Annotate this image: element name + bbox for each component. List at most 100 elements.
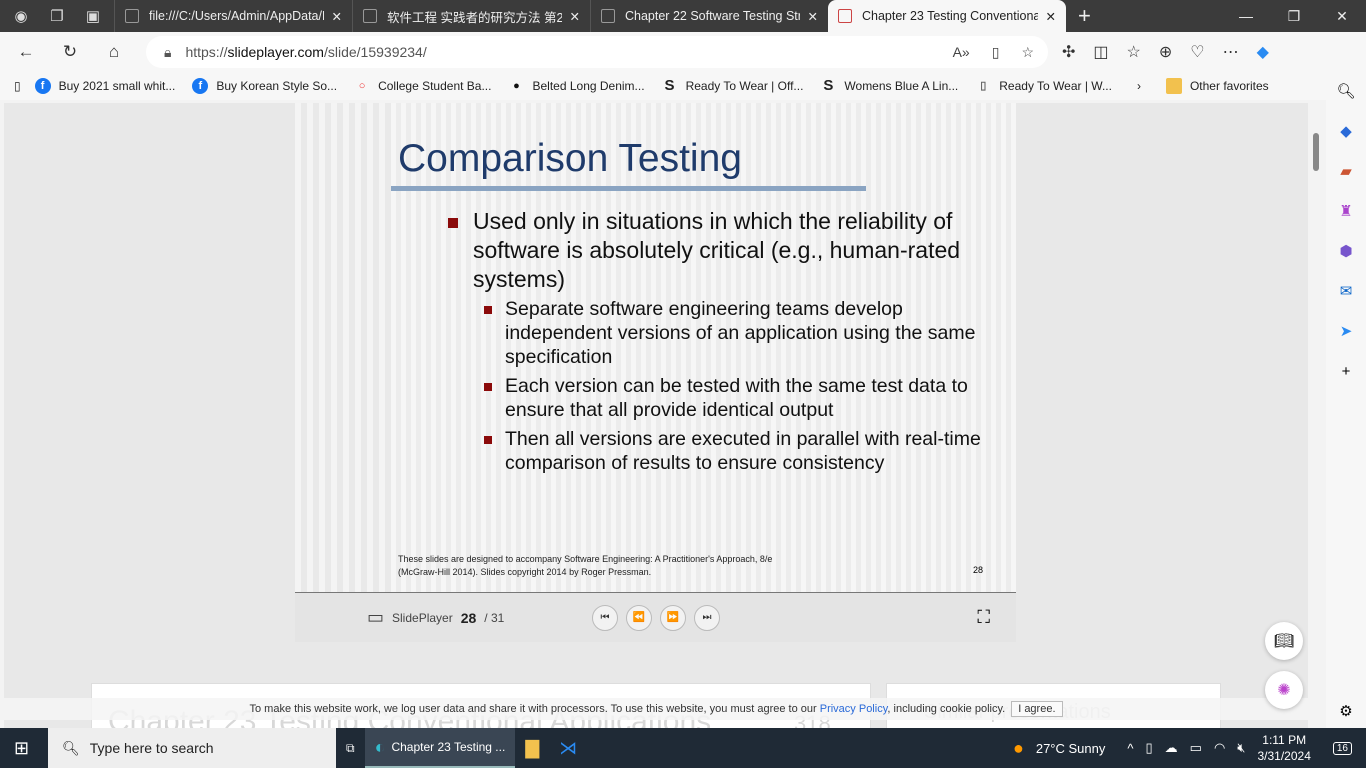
tray-chevron-icon[interactable]: ^: [1127, 741, 1133, 756]
slide: Comparison Testing Used only in situatio…: [295, 103, 1016, 592]
volume-muted-icon[interactable]: 🔇︎: [1237, 740, 1245, 756]
more-icon[interactable]: ⋯: [1223, 42, 1239, 62]
onedrive-icon[interactable]: ☁: [1165, 740, 1178, 756]
fullscreen-icon[interactable]: ⛶: [977, 607, 990, 628]
workspaces-icon[interactable]: ❐: [42, 1, 72, 31]
player-controls: ▭ SlidePlayer 28/ 31 ⏮ ⏪ ⏩ ⏭ ⛶: [295, 592, 1016, 642]
settings-icon[interactable]: ⚙: [1339, 692, 1352, 732]
tab-file[interactable]: file:///C:/Users/Admin/AppData/Local✕: [114, 0, 352, 32]
s-icon: S: [823, 77, 834, 94]
scrollbar[interactable]: [1308, 103, 1326, 719]
other-favorites[interactable]: Other favorites: [1165, 78, 1269, 94]
edge-icon: ◐: [374, 736, 386, 757]
bookmarks-bar: ▯ f Buy 2021 small whit... f Buy Korean St…: [0, 72, 1326, 100]
add-icon[interactable]: +: [1342, 352, 1351, 392]
bookmark-item[interactable]: ▯ Ready To Wear | W...: [975, 78, 1112, 94]
bookmark-item[interactable]: S Ready To Wear | Off...: [662, 78, 804, 94]
s-icon: S: [664, 77, 675, 94]
tab-software-engineering[interactable]: 软件工程 实践者的研究方法 第21版✕: [352, 0, 590, 32]
bookmark-item[interactable]: S Womens Blue A Lin...: [820, 78, 958, 94]
favorites-icon[interactable]: ☆: [1127, 42, 1141, 62]
weather-icon[interactable]: ●: [1013, 738, 1024, 759]
file-explorer-icon[interactable]: ▇: [515, 728, 549, 768]
tab-chapter-22[interactable]: Chapter 22 Software Testing Strategies✕: [590, 0, 828, 32]
immersive-reader-icon[interactable]: ▯: [992, 44, 1000, 61]
more-bookmarks-chevron-icon[interactable]: ›: [1137, 79, 1141, 93]
search-icon[interactable]: 🔍︎: [1336, 72, 1355, 112]
copilot-icon[interactable]: ◆: [1257, 42, 1269, 62]
close-icon[interactable]: ✕: [1046, 9, 1056, 24]
slide-title: Comparison Testing: [398, 137, 742, 180]
collections-icon[interactable]: ⊕: [1159, 42, 1172, 62]
last-slide-button[interactable]: ⏭: [694, 604, 720, 631]
slide-page-number: 28: [973, 565, 984, 575]
read-aloud-icon[interactable]: A»: [953, 44, 970, 61]
profile-icon[interactable]: ◉: [6, 1, 36, 31]
privacy-policy-link[interactable]: Privacy Policy: [820, 703, 888, 715]
tab-chapter-23[interactable]: Chapter 23 Testing Conventional Applicat…: [828, 0, 1066, 32]
clock[interactable]: 1:11 PM 3/31/2024: [1257, 732, 1310, 764]
taskbar-edge-app[interactable]: ◐ Chapter 23 Testing ...: [364, 728, 516, 768]
next-slide-button[interactable]: ⏩: [660, 604, 686, 631]
taskbar-search[interactable]: 🔍︎ Type here to search: [48, 728, 336, 768]
minimize-button[interactable]: —: [1222, 0, 1270, 32]
refresh-icon[interactable]: ↻: [52, 42, 88, 62]
tab-bar: ◉ ❐ ▣ file:///C:/Users/Admin/AppData/Loc…: [0, 0, 1366, 32]
bookmark-item[interactable]: f Buy Korean Style So...: [192, 78, 337, 94]
outlook-icon[interactable]: ✉: [1340, 272, 1353, 312]
agree-button[interactable]: I agree.: [1011, 701, 1063, 717]
slideplayer-icon: [838, 9, 852, 23]
total-slides: / 31: [484, 610, 505, 625]
page-icon: [363, 9, 377, 23]
title-underline: [391, 186, 866, 191]
folder-icon: [1165, 78, 1182, 94]
battery-icon[interactable]: ▭: [1190, 740, 1202, 756]
first-slide-button[interactable]: ⏮: [592, 604, 618, 631]
games-icon[interactable]: ♜: [1339, 192, 1352, 232]
browser-essentials-icon[interactable]: ♡: [1190, 42, 1204, 62]
home-icon[interactable]: ⌂: [96, 42, 132, 62]
meet-icon[interactable]: ▯: [1145, 740, 1152, 756]
windows-start-icon[interactable]: ⊞: [14, 738, 29, 759]
page-content: Comparison Testing Used only in situatio…: [4, 103, 1308, 728]
window-close-button[interactable]: ✕: [1318, 0, 1366, 32]
slideplayer-icon: [601, 9, 615, 23]
close-icon[interactable]: ✕: [570, 9, 580, 24]
previous-slide-button[interactable]: ⏪: [626, 604, 652, 631]
wifi-icon[interactable]: ◠: [1214, 740, 1225, 756]
drop-icon[interactable]: ➤: [1340, 312, 1353, 352]
nav-bar: ← ↻ ⌂ 🔒︎ https://slideplayer.com/slide/1…: [0, 32, 1366, 72]
edge-sidebar: 🔍︎ ◆ ▰ ♜ ⬢ ✉ ➤ + ⚙: [1326, 72, 1366, 728]
ring-icon: ○: [358, 80, 366, 92]
back-icon[interactable]: ←: [8, 42, 44, 62]
page-icon: ▯: [980, 80, 987, 92]
slide-subbullet: Then all versions are executed in parall…: [484, 427, 985, 475]
tab-actions-icon[interactable]: ▣: [78, 1, 108, 31]
address-bar[interactable]: 🔒︎ https://slideplayer.com/slide/1593923…: [146, 36, 1048, 68]
restore-button[interactable]: ❐: [1270, 0, 1318, 32]
current-slide: 28: [460, 609, 477, 626]
slide-bullet: Used only in situations in which the rel…: [448, 207, 1003, 294]
tools-icon[interactable]: ▰: [1340, 152, 1352, 192]
page-icon: ▯: [14, 79, 21, 93]
notifications-badge[interactable]: 16: [1332, 741, 1352, 755]
bookmark-item[interactable]: f Buy 2021 small whit...: [34, 78, 175, 94]
task-view-icon[interactable]: ⧉: [336, 728, 365, 768]
microsoft-365-icon[interactable]: ⬢: [1339, 232, 1352, 272]
extensions-icon[interactable]: ✣: [1062, 42, 1075, 62]
split-screen-icon[interactable]: ◫: [1093, 42, 1108, 62]
bookmark-item[interactable]: ● Belted Long Denim...: [508, 78, 644, 94]
shopping-icon[interactable]: ◆: [1340, 112, 1352, 152]
favorite-star-icon[interactable]: ☆: [1021, 44, 1034, 61]
new-tab-button[interactable]: +: [1078, 3, 1091, 29]
weather-text[interactable]: 27°C Sunny: [1036, 741, 1106, 756]
slide-footer: These slides are designed to accompany S…: [398, 554, 773, 577]
ai-brain-icon[interactable]: ✺: [1265, 671, 1303, 709]
close-icon[interactable]: ✕: [332, 9, 342, 24]
vscode-icon[interactable]: ⋊: [549, 728, 587, 768]
reading-view-icon[interactable]: 📖︎: [1265, 622, 1303, 660]
slideplayer-logo-icon: ▭: [367, 607, 385, 627]
bookmark-item[interactable]: ○ College Student Ba...: [354, 78, 492, 94]
close-icon[interactable]: ✕: [808, 9, 818, 24]
slide-subbullet: Separate software engineering teams deve…: [484, 297, 985, 369]
